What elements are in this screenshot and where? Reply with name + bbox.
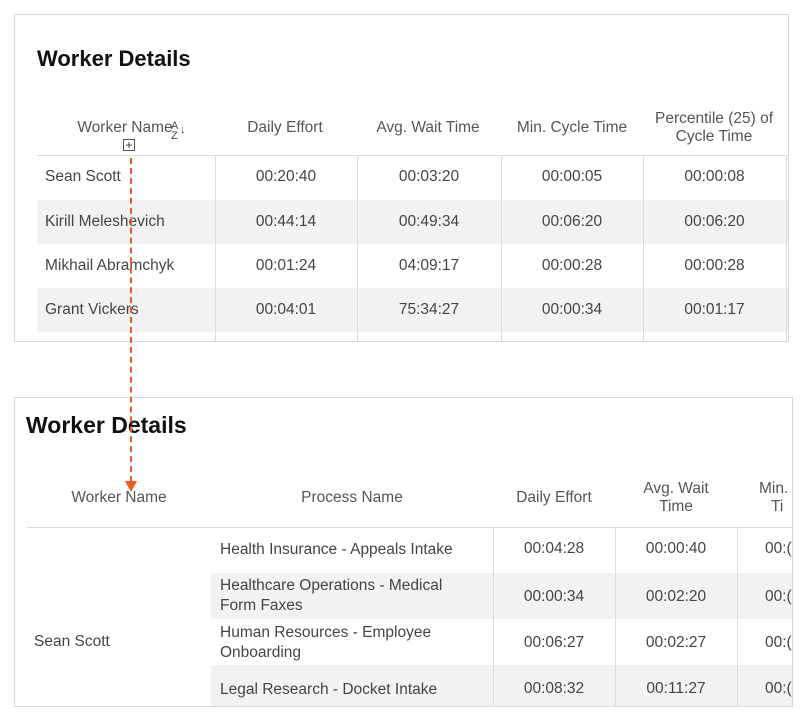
sort-arrow-icon[interactable]: ↓	[180, 125, 186, 136]
worker-name-cell[interactable]: Grant Vickers	[45, 301, 139, 319]
avg-wait-cell: 75:34:27	[398, 301, 460, 318]
percentile-cell: 00:01:17	[684, 301, 745, 318]
min-cycle-cell: 00:(	[765, 588, 792, 605]
col-header-min-cycle-time[interactable]: Min. Ti	[737, 480, 792, 516]
panel-title: Worker Details	[37, 46, 191, 71]
percentile-cell: 00:00:08	[684, 168, 745, 185]
col-header-process-name[interactable]: Process Name	[211, 489, 493, 507]
col-header-percentile-cycle-time[interactable]: Percentile (25) of Cycle Time	[643, 110, 785, 146]
daily-effort-cell: 00:04:28	[523, 540, 585, 557]
sort-az-icon[interactable]: AZ	[171, 121, 178, 142]
worker-name-cell[interactable]: Kirill Meleshevich	[45, 213, 165, 231]
daily-effort-cell: 00:20:40	[255, 168, 317, 185]
annotation-arrow-line	[130, 158, 132, 482]
worker-name-cell[interactable]: Mikhail Abramchyk	[45, 257, 174, 275]
avg-wait-cell: 00:11:27	[646, 680, 706, 697]
worker-name-cell[interactable]: Sean Scott	[34, 633, 110, 651]
process-name-cell[interactable]: Healthcare Operations - Medical Form Fax…	[220, 576, 442, 616]
col-header-avg-wait-time[interactable]: Avg. Wait Time	[615, 480, 737, 516]
col-header-worker-name[interactable]: Worker Name	[27, 489, 211, 507]
daily-effort-cell: 00:01:24	[255, 257, 317, 274]
percentile-cell: 00:00:28	[684, 257, 745, 274]
min-cycle-cell: 00:00:34	[541, 301, 603, 318]
worker-name-cell[interactable]: Sean Scott	[45, 168, 121, 186]
avg-wait-cell: 00:02:27	[645, 634, 707, 651]
daily-effort-cell: 00:08:32	[523, 680, 585, 697]
annotation-arrow-head-icon	[125, 481, 137, 492]
col-header-daily-effort[interactable]: Daily Effort	[215, 119, 355, 137]
daily-effort-cell: 00:04:01	[255, 301, 317, 318]
avg-wait-cell: 00:03:20	[398, 168, 460, 185]
process-name-cell[interactable]: Health Insurance - Appeals Intake	[220, 540, 453, 560]
plus-box-icon[interactable]: +	[123, 139, 135, 151]
percentile-cell: 00:06:20	[684, 213, 745, 230]
min-cycle-cell: 00:(	[765, 540, 792, 557]
avg-wait-cell: 00:00:40	[645, 540, 707, 557]
min-cycle-cell: 00:(	[765, 680, 792, 697]
daily-effort-cell: 00:44:14	[255, 213, 317, 230]
min-cycle-cell: 00:00:05	[541, 168, 603, 185]
avg-wait-cell: 00:49:34	[398, 213, 460, 230]
process-name-cell[interactable]: Legal Research - Docket Intake	[220, 680, 437, 700]
avg-wait-cell: 04:09:17	[398, 257, 460, 274]
avg-wait-cell: 00:02:20	[645, 588, 707, 605]
min-cycle-cell: 00:(	[765, 634, 792, 651]
panel-title: Worker Details	[26, 412, 187, 438]
daily-effort-cell: 00:06:27	[523, 634, 585, 651]
col-header-daily-effort[interactable]: Daily Effort	[493, 489, 615, 507]
col-header-avg-wait-time[interactable]: Avg. Wait Time	[357, 119, 499, 137]
daily-effort-cell: 00:00:34	[523, 588, 585, 605]
col-header-worker-name[interactable]: Worker Name	[75, 119, 175, 137]
process-name-cell[interactable]: Human Resources - Employee Onboarding	[220, 623, 431, 663]
min-cycle-cell: 00:06:20	[541, 213, 603, 230]
col-header-min-cycle-time[interactable]: Min. Cycle Time	[501, 119, 643, 137]
min-cycle-cell: 00:00:28	[541, 257, 603, 274]
